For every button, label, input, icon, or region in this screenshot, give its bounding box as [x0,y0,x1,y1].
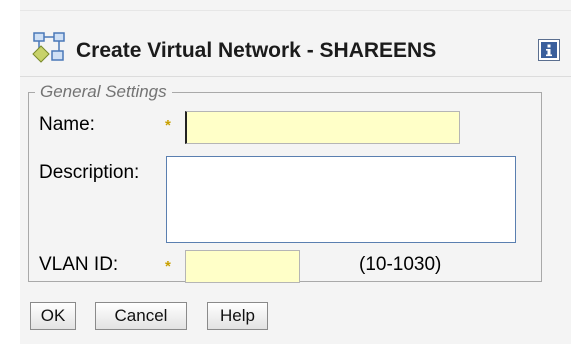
name-required-marker: * [165,117,171,134]
description-textarea[interactable] [166,156,516,243]
vlan-id-required-marker: * [165,258,171,275]
name-input[interactable] [185,111,460,144]
help-button[interactable]: Help [207,302,268,330]
general-settings-group: General Settings Name: * Description: VL… [28,82,542,283]
description-label: Description: [39,162,140,183]
name-label: Name: [39,114,95,135]
dialog-titlebar: Create Virtual Network - SHAREENS [20,24,571,76]
top-divider [20,10,571,11]
info-icon[interactable] [538,39,560,61]
title-divider [20,76,571,77]
vlan-id-label: VLAN ID: [39,254,119,275]
vlan-id-range-hint: (10-1030) [359,254,442,275]
network-icon [32,32,65,63]
ok-button[interactable]: OK [30,302,76,330]
dialog-title: Create Virtual Network - SHAREENS [76,39,437,62]
vlan-id-input[interactable] [185,250,300,283]
general-settings-legend: General Settings [35,82,172,102]
create-virtual-network-dialog: Create Virtual Network - SHAREENS Genera… [20,0,571,344]
cancel-button[interactable]: Cancel [95,302,187,330]
